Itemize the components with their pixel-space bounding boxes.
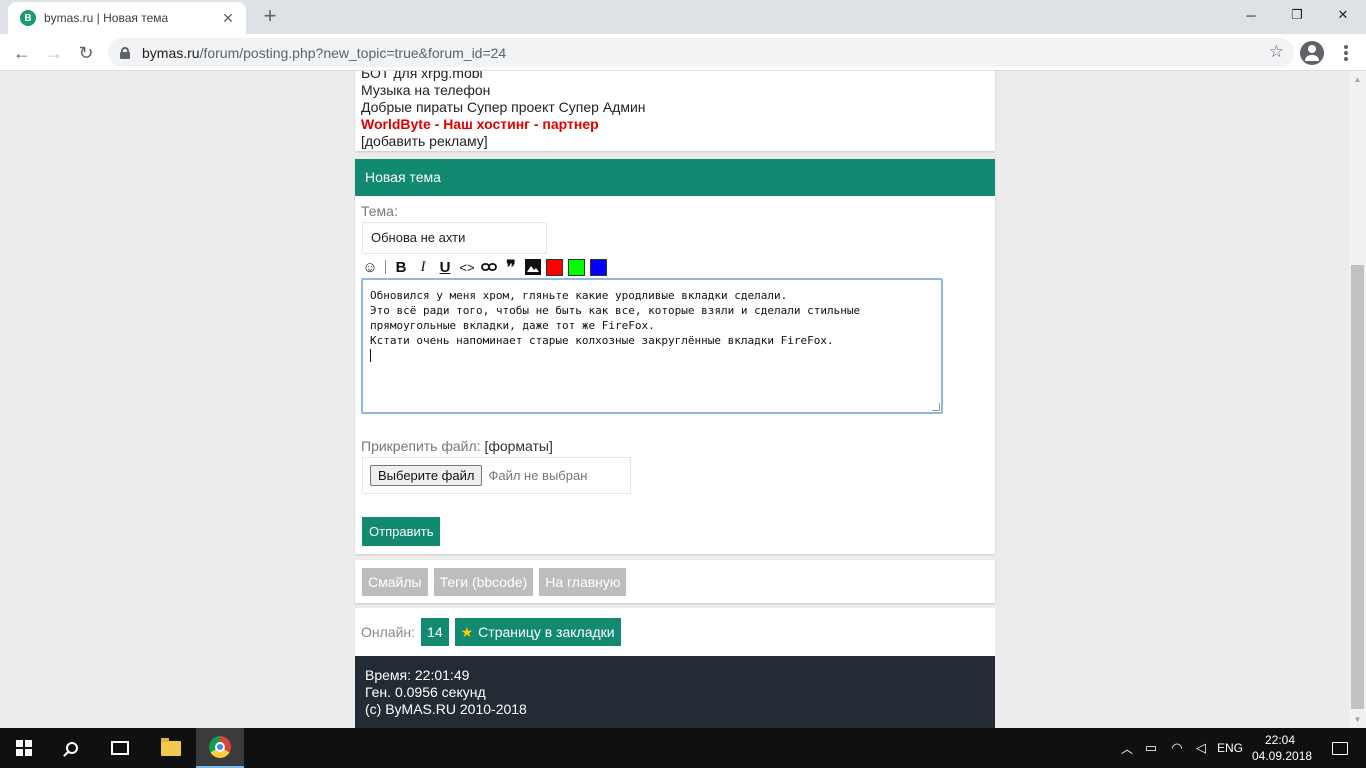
online-count-badge[interactable]: 14 (421, 618, 449, 646)
text-caret (370, 349, 371, 362)
attach-label: Прикрепить файл: (361, 438, 481, 454)
site-favicon-icon: B (20, 10, 36, 26)
smiles-button[interactable]: Смайлы (362, 568, 428, 596)
url-path: /forum/posting.php?new_topic=true&forum_… (199, 44, 507, 61)
link-icon[interactable] (480, 258, 498, 276)
taskbar-clock[interactable]: 22:04 04.09.2018 (1252, 732, 1313, 764)
start-button[interactable] (0, 728, 48, 768)
new-tab-plus-icon[interactable]: + (258, 5, 282, 29)
choose-file-button[interactable]: Выберите файл (370, 465, 483, 486)
tab-close-icon[interactable]: ✕ (220, 10, 236, 27)
bookmark-page-button[interactable]: ★ Страницу в закладки (454, 618, 621, 646)
battery-icon[interactable]: ▭ (1140, 728, 1162, 768)
restore-icon[interactable]: ❐ (1274, 0, 1320, 30)
volume-icon[interactable]: ◁ (1190, 728, 1212, 768)
color-green-swatch[interactable] (568, 258, 585, 276)
file-input: Выберите файл Файл не выбран (362, 457, 631, 494)
color-red-swatch[interactable] (546, 258, 563, 276)
language-indicator[interactable]: ENG (1214, 728, 1246, 768)
window-close-icon[interactable]: ✕ (1320, 0, 1366, 30)
toolbar-divider (385, 260, 386, 274)
new-topic-form: Новая тема Тема: Обнова не ахти ☺ B I U … (355, 159, 995, 554)
star-icon: ★ (460, 623, 474, 640)
forward-arrow-icon[interactable]: → (40, 39, 68, 67)
windows-taskbar: ︿ ▭ ◠ ◁ ENG 22:04 04.09.2018 (0, 728, 1366, 768)
bold-button[interactable]: B (392, 258, 410, 276)
tray-chevron-icon[interactable]: ︿ (1118, 728, 1136, 768)
ad-link-pirates[interactable]: Добрые пираты Супер проект Супер Админ (361, 99, 989, 116)
chrome-taskbar-icon[interactable] (196, 728, 244, 768)
page-viewport: БОТ для xrpg.mobi Музыка на телефон Добр… (0, 71, 1349, 728)
browser-menu-icon[interactable] (1336, 43, 1356, 63)
tab-strip: B bymas.ru | Новая тема ✕ + ─ ❐ ✕ (0, 0, 1366, 34)
scroll-up-arrow-icon[interactable]: ▲ (1349, 71, 1366, 88)
ad-link-bot[interactable]: БОТ для xrpg.mobi (361, 71, 989, 82)
smiley-icon[interactable]: ☺ (361, 258, 379, 276)
home-button[interactable]: На главную (539, 568, 627, 596)
active-tab[interactable]: B bymas.ru | Новая тема ✕ (8, 2, 246, 34)
lock-icon[interactable] (120, 46, 130, 59)
italic-button[interactable]: I (414, 258, 432, 276)
links-panel: Смайлы Теги (bbcode) На главную (355, 560, 995, 603)
online-panel: Онлайн: 14 ★ Страницу в закладки (355, 608, 995, 656)
scrollbar-thumb[interactable] (1351, 265, 1364, 709)
subject-input[interactable]: Обнова не ахти (362, 222, 547, 254)
footer-copyright: (c) ByMAS.RU 2010-2018 (365, 701, 527, 717)
ad-link-worldbyte[interactable]: WorldByte - Наш хостинг - партнер (361, 116, 989, 133)
editor-toolbar: ☺ B I U <> ❞ (361, 257, 612, 277)
form-header: Новая тема (355, 159, 995, 196)
bookmark-star-icon[interactable]: ☆ (1269, 42, 1284, 62)
file-explorer-icon[interactable] (147, 728, 195, 768)
online-label: Онлайн: (361, 624, 416, 640)
formats-link[interactable]: [форматы] (484, 438, 552, 454)
message-text: Обновился у меня хром, гляньте какие уро… (370, 289, 861, 347)
tab-title: bymas.ru | Новая тема (44, 11, 169, 25)
add-ad-link[interactable]: [добавить рекламу] (361, 133, 989, 150)
ads-block: БОТ для xrpg.mobi Музыка на телефон Добр… (355, 71, 995, 151)
code-button[interactable]: <> (458, 258, 476, 276)
page-footer: Время: 22:01:49 Ген. 0.0956 секунд (c) B… (355, 656, 995, 728)
url-host: bymas.ru (142, 44, 200, 61)
address-bar[interactable]: bymas.ru/forum/posting.php?new_topic=tru… (108, 38, 1294, 67)
back-arrow-icon[interactable]: ← (8, 39, 36, 67)
message-textarea[interactable]: Обновился у меня хром, гляньте какие уро… (361, 278, 943, 414)
search-icon[interactable] (48, 728, 96, 768)
attach-row: Прикрепить файл: [форматы] (361, 438, 553, 454)
scroll-down-arrow-icon[interactable]: ▼ (1349, 711, 1366, 728)
reload-icon[interactable]: ↻ (72, 39, 100, 67)
underline-button[interactable]: U (436, 258, 454, 276)
page-scrollbar[interactable]: ▲ ▼ (1349, 71, 1366, 728)
footer-time: Время: 22:01:49 (365, 667, 470, 683)
image-icon[interactable] (524, 258, 542, 276)
browser-toolbar: ← → ↻ bymas.ru/forum/posting.php?new_top… (0, 34, 1366, 71)
minimize-icon[interactable]: ─ (1228, 0, 1274, 30)
clock-time: 22:04 (1264, 733, 1296, 747)
submit-button[interactable]: Отправить (362, 517, 441, 546)
notifications-icon[interactable] (1320, 728, 1360, 768)
windows-logo-icon (16, 740, 32, 756)
quote-button[interactable]: ❞ (502, 257, 520, 277)
wifi-icon[interactable]: ◠ (1166, 728, 1188, 768)
ad-link-music[interactable]: Музыка на телефон (361, 82, 989, 99)
footer-gen-time: Ген. 0.0956 секунд (365, 684, 486, 700)
resize-grip-icon[interactable] (932, 403, 940, 411)
task-view-icon[interactable] (96, 728, 144, 768)
color-blue-swatch[interactable] (590, 258, 607, 276)
profile-avatar-icon[interactable] (1300, 41, 1324, 65)
bookmark-page-label: Страницу в закладки (478, 624, 615, 640)
subject-label: Тема: (361, 203, 398, 219)
clock-date: 04.09.2018 (1252, 749, 1313, 763)
tags-button[interactable]: Теги (bbcode) (433, 568, 534, 596)
file-status: Файл не выбран (488, 468, 588, 483)
